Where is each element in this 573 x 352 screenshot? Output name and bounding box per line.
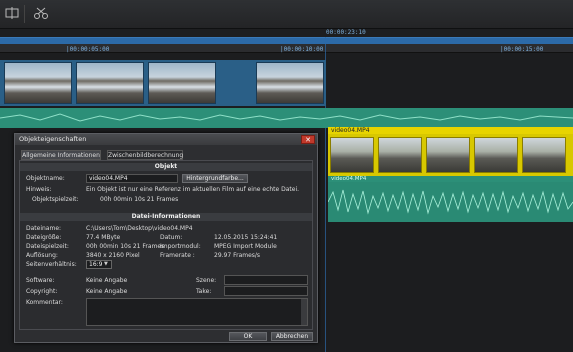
split-icon[interactable]	[4, 6, 20, 20]
software-label: Software:	[26, 277, 55, 284]
ruler-label: |00:00:15:00	[500, 46, 544, 53]
object-duration-value: 00h 00min 10s 21 Frames	[100, 196, 179, 203]
aspect-ratio-label: Seitenverhältnis:	[26, 261, 77, 268]
playhead-timecode: 00:00:23:10	[326, 29, 366, 36]
clip-thumbnail	[522, 137, 566, 173]
tab-interpolation[interactable]: Zwischenbildberechnung	[107, 150, 183, 160]
scene-field[interactable]	[224, 275, 308, 285]
filename-label: Dateiname:	[26, 225, 62, 232]
selected-video-clip[interactable]	[328, 134, 573, 176]
scissors-icon[interactable]	[33, 6, 49, 20]
ruler-label: |00:00:10:00	[280, 46, 324, 53]
close-button[interactable]: ✕	[301, 135, 315, 144]
take-label: Take:	[196, 288, 212, 295]
audio-track1[interactable]	[0, 108, 573, 128]
tab-general-info[interactable]: Allgemeine Informationen	[21, 150, 101, 160]
clip-thumbnail	[474, 137, 518, 173]
take-field[interactable]	[224, 286, 308, 296]
clip-thumbnail	[256, 62, 324, 104]
clip-thumbnail	[148, 62, 216, 104]
date-label: Datum:	[160, 234, 183, 241]
toolbar	[0, 0, 573, 29]
clip-thumbnail	[76, 62, 144, 104]
object-name-field[interactable]: video04.MP4	[86, 174, 178, 183]
clip-thumbnail	[426, 137, 470, 173]
ok-button[interactable]: OK	[229, 332, 267, 341]
cancel-button[interactable]: Abbrechen	[271, 332, 313, 341]
copyright-value: Keine Angabe	[86, 288, 128, 295]
resolution-value: 3840 x 2160 Pixel	[86, 252, 140, 259]
selected-clip-header[interactable]: video04.MP4	[328, 127, 573, 134]
comment-scrollbar[interactable]	[301, 299, 307, 325]
comment-label: Kommentar:	[26, 299, 63, 306]
framerate-value: 29.97 Frames/s	[214, 252, 261, 259]
object-duration-label: Objektspielzeit:	[32, 196, 79, 203]
dialog-title: Objekteigenschaften	[15, 134, 317, 145]
object-section-header: Objekt	[20, 163, 312, 171]
file-info-section-header: Datei-Informationen	[20, 213, 312, 221]
aspect-ratio-value: 16:9	[89, 261, 103, 268]
range-bar	[0, 38, 573, 44]
file-duration-value: 00h 00min 10s 21 Frames	[86, 243, 165, 250]
framerate-label: Framerate :	[160, 252, 195, 259]
ruler-label: |00:00:05:00	[66, 46, 110, 53]
object-properties-dialog: Objekteigenschaften ✕ Allgemeine Informa…	[14, 133, 318, 343]
software-value: Keine Angabe	[86, 277, 128, 284]
hint-label: Hinweis:	[26, 186, 52, 193]
clip-thumbnail	[4, 62, 72, 104]
file-duration-label: Dateispielzeit:	[26, 243, 69, 250]
audio-clip-waveform[interactable]	[328, 182, 573, 222]
toolbar-divider	[24, 5, 25, 23]
timeline-ruler[interactable]: |00:00:05:00 |00:00:10:00 |00:00:15:00	[0, 37, 573, 53]
general-info-panel: Objekt Objektname: video04.MP4 Hintergru…	[19, 160, 313, 330]
comment-textarea[interactable]	[86, 298, 308, 326]
background-color-button[interactable]: Hintergrundfarbe...	[182, 174, 248, 183]
import-module-value: MPEG Import Module	[214, 243, 277, 250]
clip-thumbnail	[378, 137, 422, 173]
scene-label: Szene:	[196, 277, 217, 284]
filesize-label: Dateigröße:	[26, 234, 62, 241]
ruler-top-bar: 00:00:23:10	[0, 29, 573, 37]
filename-value: C:\Users\Tom\Desktop\video04.MP4	[86, 225, 193, 232]
chevron-down-icon: ▼	[104, 261, 108, 267]
copyright-label: Copyright:	[26, 288, 58, 295]
video-clip-track1[interactable]	[0, 60, 326, 106]
clip-thumbnail	[330, 137, 374, 173]
hint-text: Ein Objekt ist nur eine Referenz im aktu…	[86, 186, 300, 193]
date-value: 12.05.2015 15:24:41	[214, 234, 278, 241]
filesize-value: 77.4 MByte	[86, 234, 121, 241]
video-editor-window: 00:00:23:10 |00:00:05:00 |00:00:10:00 |0…	[0, 0, 573, 352]
aspect-ratio-select[interactable]: 16:9 ▼	[86, 260, 112, 269]
import-module-label: Importmodul:	[160, 243, 201, 250]
resolution-label: Auflösung:	[26, 252, 58, 259]
object-name-label: Objektname:	[26, 175, 65, 182]
